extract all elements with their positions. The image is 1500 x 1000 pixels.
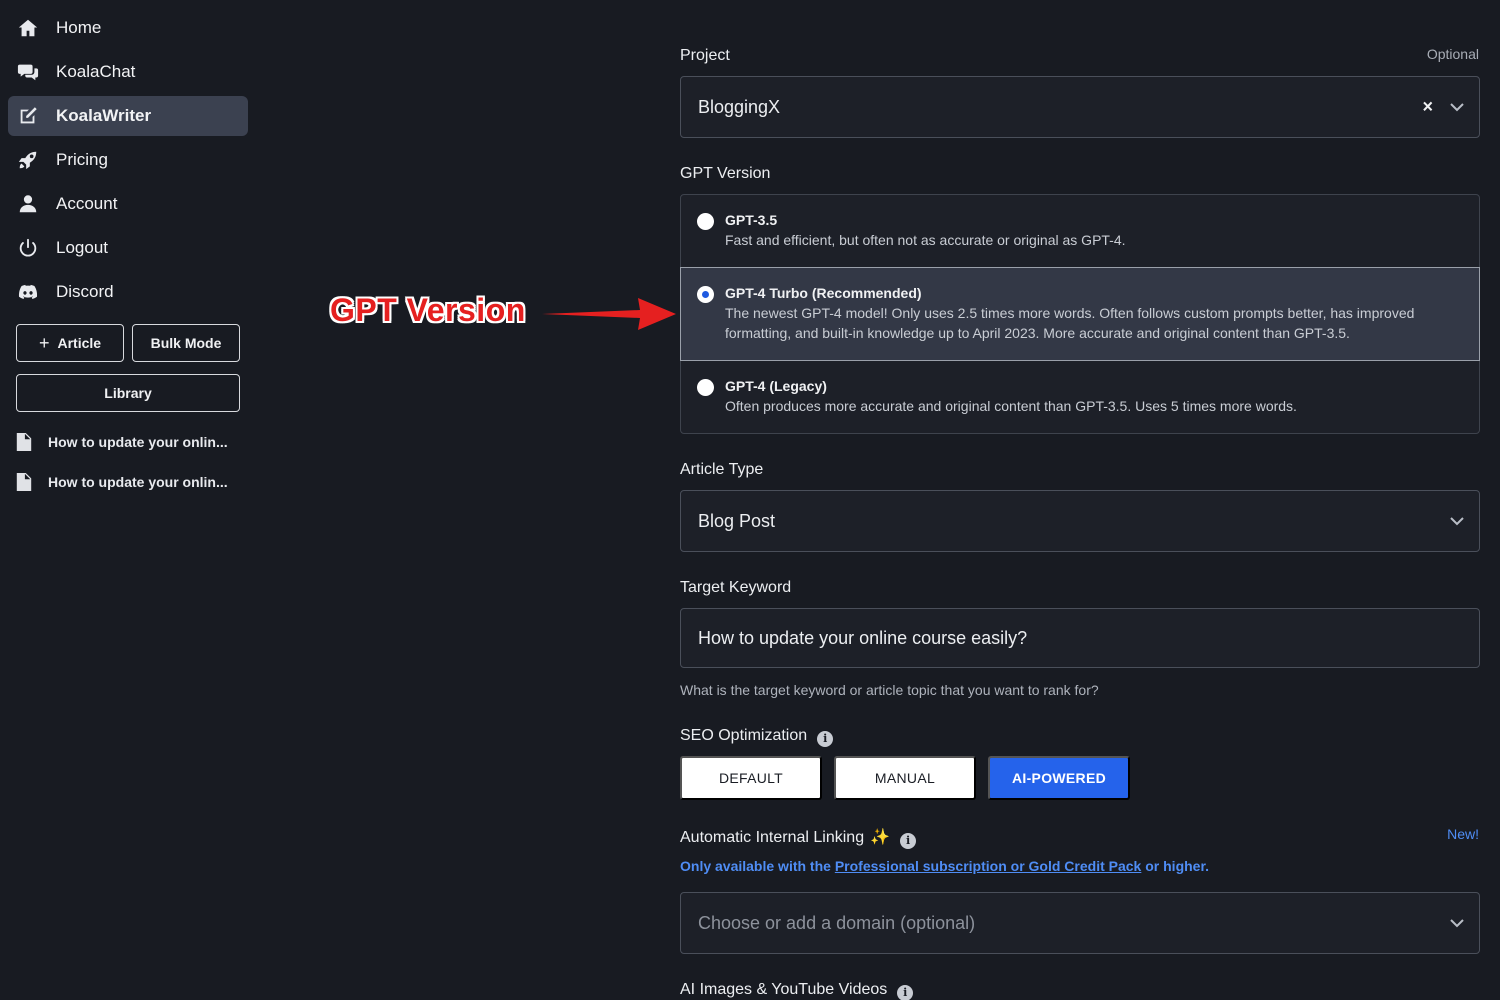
- seo-optimization-text: SEO Optimization: [680, 727, 808, 744]
- gpt-version-label: GPT Version: [680, 165, 771, 182]
- gpt-option-gpt4-legacy[interactable]: GPT-4 (Legacy) Often produces more accur…: [681, 361, 1479, 433]
- gpt-option-title: GPT-4 Turbo (Recommended): [725, 285, 922, 301]
- sidebar-item-logout[interactable]: Logout: [8, 228, 248, 268]
- seo-optimization-label: SEO Optimization i: [680, 727, 834, 747]
- availability-notice: Only available with the Professional sub…: [680, 858, 1209, 874]
- annotation-label: GPT Version: [330, 292, 526, 328]
- sidebar-item-label: Account: [56, 194, 118, 213]
- info-icon[interactable]: i: [817, 731, 834, 747]
- user-icon: [16, 192, 40, 216]
- radio-button[interactable]: [697, 379, 714, 396]
- article-type-value: Blog Post: [698, 510, 776, 531]
- recent-article-item[interactable]: How to update your onlin...: [16, 468, 252, 496]
- document-icon: [16, 473, 34, 491]
- chevron-down-icon[interactable]: [1449, 513, 1465, 529]
- annotation-arrow: [542, 298, 676, 330]
- ai-images-text: AI Images & YouTube Videos: [680, 981, 888, 998]
- new-badge: New!: [1447, 826, 1479, 842]
- info-icon[interactable]: i: [900, 833, 917, 849]
- availability-prefix: Only available with the: [680, 858, 835, 874]
- seo-default-button[interactable]: DEFAULT: [680, 756, 822, 800]
- radio-button[interactable]: [697, 213, 714, 230]
- sparkle-icon: ✨: [870, 829, 891, 846]
- article-type-label: Article Type: [680, 461, 764, 478]
- gpt-option-description: The newest GPT-4 model! Only uses 2.5 ti…: [725, 305, 1415, 341]
- gpt-option-description: Often produces more accurate and origina…: [725, 398, 1297, 414]
- new-article-button[interactable]: + Article: [16, 324, 124, 362]
- seo-manual-button[interactable]: MANUAL: [834, 756, 976, 800]
- clear-icon[interactable]: ×: [1422, 97, 1433, 118]
- sidebar-item-label: KoalaWriter: [56, 106, 152, 125]
- subscription-link[interactable]: Professional subscription or Gold Credit…: [835, 858, 1142, 874]
- info-icon[interactable]: i: [897, 985, 914, 1000]
- sidebar-item-label: Pricing: [56, 150, 108, 169]
- article-type-select[interactable]: Blog Post: [680, 490, 1480, 552]
- document-icon: [16, 433, 34, 451]
- sidebar-item-discord[interactable]: Discord: [8, 272, 248, 312]
- project-value: BloggingX: [698, 96, 781, 117]
- sidebar-item-pricing[interactable]: Pricing: [8, 140, 248, 180]
- sidebar-item-label: Logout: [56, 238, 108, 257]
- library-button[interactable]: Library: [16, 374, 240, 412]
- rocket-icon: [16, 148, 40, 172]
- recent-article-title: How to update your onlin...: [48, 434, 228, 450]
- discord-icon: [16, 280, 40, 304]
- sidebar-item-label: Discord: [56, 282, 114, 301]
- project-select[interactable]: BloggingX ×: [680, 76, 1480, 138]
- plus-icon: +: [38, 333, 50, 353]
- sidebar-item-label: Home: [56, 18, 102, 37]
- availability-suffix: or higher.: [1141, 858, 1210, 874]
- gpt-option-description: Fast and efficient, but often not as acc…: [725, 232, 1126, 248]
- gpt-option-title: GPT-4 (Legacy): [725, 378, 827, 394]
- recent-article-item[interactable]: How to update your onlin...: [16, 428, 252, 456]
- target-keyword-value: How to update your online course easily?: [698, 627, 1028, 648]
- ai-images-label: AI Images & YouTube Videos i: [680, 981, 914, 1000]
- sidebar: Home KoalaChat KoalaWriter Pricing Accou…: [0, 0, 260, 1000]
- power-icon: [16, 236, 40, 260]
- gpt-version-radio-group: GPT-3.5 Fast and efficient, but often no…: [680, 194, 1480, 434]
- seo-ai-powered-button[interactable]: AI-POWERED: [988, 756, 1130, 800]
- internal-linking-label: Automatic Internal Linking ✨ i: [680, 827, 917, 849]
- chat-icon: [16, 60, 40, 84]
- gpt-option-gpt35[interactable]: GPT-3.5 Fast and efficient, but often no…: [681, 195, 1479, 267]
- domain-placeholder: Choose or add a domain (optional): [698, 912, 976, 933]
- sidebar-item-label: KoalaChat: [56, 62, 136, 81]
- home-icon: [16, 16, 40, 40]
- gpt-option-title: GPT-3.5: [725, 212, 778, 228]
- new-article-label: Article: [57, 335, 102, 351]
- internal-linking-text: Automatic Internal Linking: [680, 829, 865, 846]
- radio-button-selected[interactable]: [697, 286, 714, 303]
- target-keyword-input[interactable]: How to update your online course easily?: [680, 608, 1480, 668]
- gpt-option-gpt4-turbo[interactable]: GPT-4 Turbo (Recommended) The newest GPT…: [680, 267, 1480, 361]
- edit-icon: [16, 104, 40, 128]
- sidebar-item-koalachat[interactable]: KoalaChat: [8, 52, 248, 92]
- optional-hint: Optional: [1426, 46, 1479, 62]
- chevron-down-icon[interactable]: [1449, 99, 1465, 115]
- target-keyword-help: What is the target keyword or article to…: [680, 682, 1099, 698]
- sidebar-item-home[interactable]: Home: [8, 8, 248, 48]
- sidebar-item-account[interactable]: Account: [8, 184, 248, 224]
- chevron-down-icon[interactable]: [1449, 915, 1465, 931]
- target-keyword-label: Target Keyword: [680, 579, 792, 596]
- sidebar-item-koalawriter[interactable]: KoalaWriter: [8, 96, 248, 136]
- recent-article-title: How to update your onlin...: [48, 474, 228, 490]
- project-label: Project: [680, 47, 730, 64]
- domain-select[interactable]: Choose or add a domain (optional): [680, 892, 1480, 954]
- bulk-mode-button[interactable]: Bulk Mode: [132, 324, 240, 362]
